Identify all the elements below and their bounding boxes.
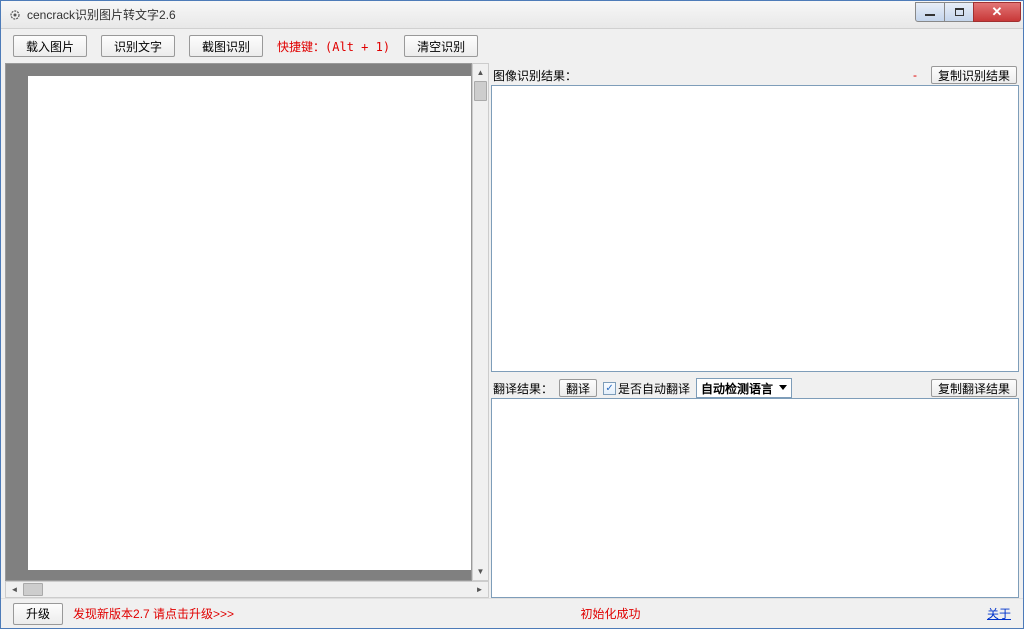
clear-recognition-button[interactable]: 清空识别 — [404, 35, 478, 57]
copy-recognition-button[interactable]: 复制识别结果 — [931, 66, 1017, 84]
close-button[interactable]: ✕ — [973, 2, 1021, 22]
window-controls: ✕ — [916, 2, 1021, 22]
translation-result-textarea[interactable] — [491, 398, 1019, 598]
close-icon: ✕ — [992, 4, 1003, 20]
left-pane: ▲ ▼ ◄ ► — [5, 63, 489, 598]
main-area: ▲ ▼ ◄ ► 图像识别结果： — [1, 63, 1023, 598]
check-icon: ✓ — [603, 382, 616, 395]
status-center-text: 初始化成功 — [244, 605, 977, 622]
image-canvas — [28, 76, 471, 570]
maximize-button[interactable] — [944, 2, 974, 22]
upgrade-button[interactable]: 升级 — [13, 603, 63, 625]
h-scroll-track[interactable] — [23, 582, 471, 597]
scroll-right-icon[interactable]: ► — [471, 582, 488, 597]
right-pane: 图像识别结果： - 复制识别结果 翻译结果： 翻译 ✓ 是否自动翻译 — [491, 63, 1019, 598]
recognition-label: 图像识别结果： — [493, 67, 577, 84]
image-viewer — [5, 63, 472, 581]
statusbar: 升级 发现新版本2.7 请点击升级>>> 初始化成功 关于 — [1, 598, 1023, 628]
translate-button[interactable]: 翻译 — [559, 379, 597, 397]
shortcut-label: 快捷键：(Alt + 1) — [277, 38, 390, 55]
minimize-icon — [925, 14, 935, 16]
recognition-result-textarea[interactable] — [491, 85, 1019, 372]
new-version-text: 发现新版本2.7 请点击升级>>> — [73, 605, 234, 622]
recognition-section: 图像识别结果： - 复制识别结果 — [491, 65, 1019, 372]
toolbar: 载入图片 识别文字 截图识别 快捷键：(Alt + 1) 清空识别 — [1, 29, 1023, 63]
titlebar: cencrack识别图片转文字2.6 ✕ — [1, 1, 1023, 29]
scroll-up-icon[interactable]: ▲ — [473, 64, 488, 81]
language-select[interactable]: 自动检测语言 — [696, 378, 792, 398]
app-window: cencrack识别图片转文字2.6 ✕ 载入图片 识别文字 截图识别 快捷键：… — [0, 0, 1024, 629]
language-select-value: 自动检测语言 — [701, 380, 773, 397]
h-scroll-thumb[interactable] — [23, 583, 43, 596]
recognition-dash: - — [913, 68, 917, 82]
screenshot-recognize-button[interactable]: 截图识别 — [189, 35, 263, 57]
auto-translate-checkbox[interactable]: ✓ 是否自动翻译 — [603, 380, 690, 397]
auto-translate-label: 是否自动翻译 — [618, 380, 690, 397]
about-link[interactable]: 关于 — [987, 605, 1011, 622]
window-title: cencrack识别图片转文字2.6 — [27, 6, 916, 23]
translation-label: 翻译结果： — [493, 380, 553, 397]
horizontal-scrollbar[interactable]: ◄ ► — [5, 581, 489, 598]
vertical-scrollbar[interactable]: ▲ ▼ — [472, 63, 489, 581]
v-scroll-thumb[interactable] — [474, 81, 487, 101]
app-icon — [7, 7, 23, 23]
minimize-button[interactable] — [915, 2, 945, 22]
scroll-down-icon[interactable]: ▼ — [473, 563, 488, 580]
scroll-left-icon[interactable]: ◄ — [6, 582, 23, 597]
recognize-text-button[interactable]: 识别文字 — [101, 35, 175, 57]
maximize-icon — [955, 8, 964, 16]
chevron-down-icon — [779, 385, 787, 390]
v-scroll-track[interactable] — [473, 81, 488, 563]
load-image-button[interactable]: 载入图片 — [13, 35, 87, 57]
recognition-header: 图像识别结果： - 复制识别结果 — [491, 65, 1019, 85]
translation-header: 翻译结果： 翻译 ✓ 是否自动翻译 自动检测语言 复制翻译结果 — [491, 378, 1019, 398]
copy-translation-button[interactable]: 复制翻译结果 — [931, 379, 1017, 397]
translation-section: 翻译结果： 翻译 ✓ 是否自动翻译 自动检测语言 复制翻译结果 — [491, 378, 1019, 598]
